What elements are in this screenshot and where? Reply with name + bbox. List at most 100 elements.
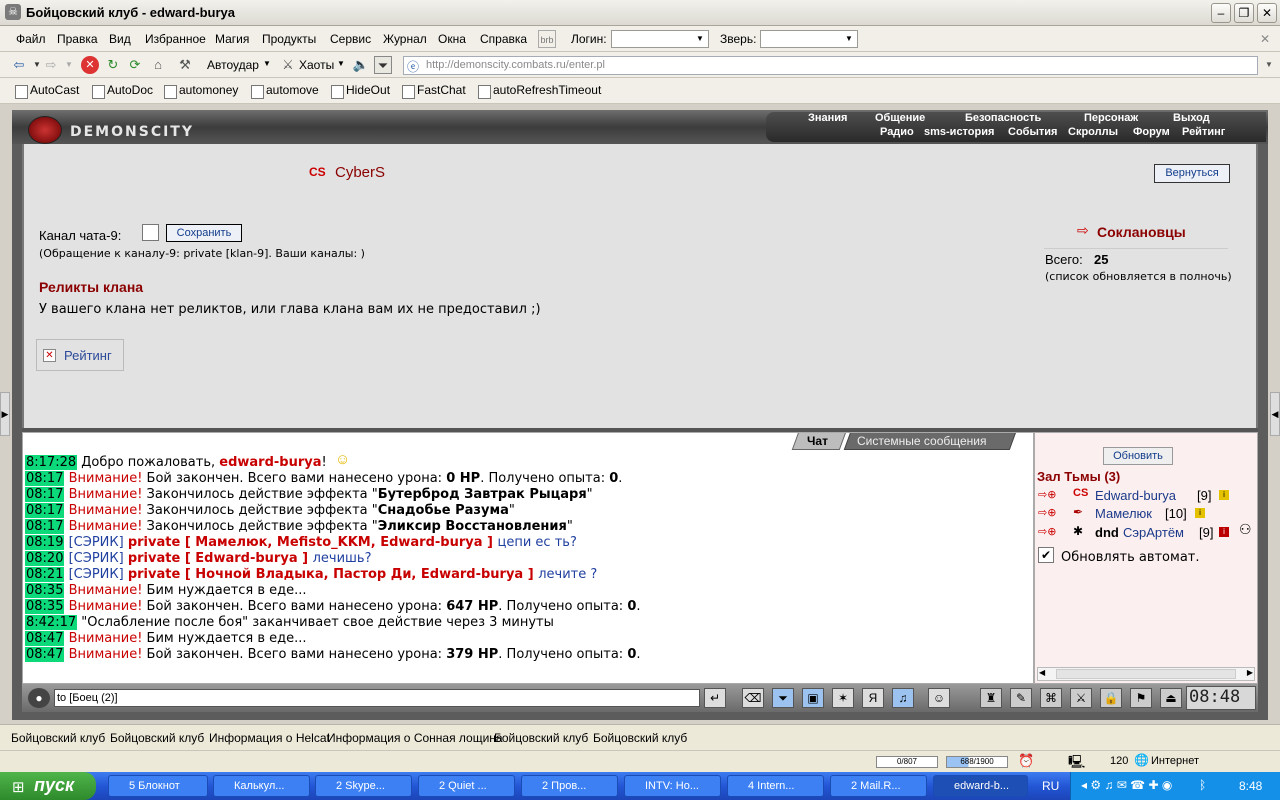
tab-fightclub-2[interactable]: Бойцовский клуб xyxy=(110,731,204,745)
chat-text[interactable]: private [ Мамелюк, Mefisto_KKM, Edward-b… xyxy=(128,535,498,550)
haoty-button[interactable]: Хаоты xyxy=(299,58,334,72)
private-icon[interactable]: ⇨⊕ xyxy=(1038,525,1056,538)
pet-select[interactable]: ▼ xyxy=(760,30,858,48)
stop-icon[interactable]: ✕ xyxy=(81,56,99,74)
user-name[interactable]: Мамелюк xyxy=(1095,506,1152,521)
smiles-icon[interactable]: ☺ xyxy=(928,688,950,708)
minimize-button[interactable]: – xyxy=(1211,3,1231,23)
scroll-right-icon[interactable]: ▶ xyxy=(1247,668,1253,677)
task-calculator[interactable]: Калькул... xyxy=(213,775,310,797)
chat-mode-icon[interactable]: ● xyxy=(28,688,50,708)
chat-channel-checkbox[interactable] xyxy=(142,224,159,241)
tools-icon[interactable]: ⚒ xyxy=(176,56,194,74)
menu-edit[interactable]: Правка xyxy=(57,32,98,46)
save-button[interactable]: Сохранить xyxy=(166,224,242,242)
refresh-button[interactable]: Обновить xyxy=(1103,447,1173,465)
subnav-rating[interactable]: Рейтинг xyxy=(1182,126,1225,138)
chat-timestamp[interactable]: 08:47 xyxy=(25,631,65,646)
chat-timestamp[interactable]: 08:35 xyxy=(25,583,65,598)
subnav-sms-history[interactable]: sms-история xyxy=(924,126,994,138)
duel-icon[interactable]: ⚔ xyxy=(1070,688,1092,708)
translit-icon[interactable]: Я xyxy=(862,688,884,708)
chat-pane[interactable]: Чат Системные сообщения 8:17:28 Добро по… xyxy=(22,432,1034,684)
link-automove[interactable]: automove xyxy=(250,83,319,99)
back-button[interactable]: Вернуться xyxy=(1154,164,1230,183)
menu-file[interactable]: Файл xyxy=(16,32,46,46)
horizontal-scrollbar[interactable]: ◀ ▶ xyxy=(1037,667,1255,681)
chat-text[interactable]: private [ Edward-burya ] xyxy=(128,551,313,566)
save-log-icon[interactable]: ▣ xyxy=(802,688,824,708)
private-icon[interactable]: ⇨⊕ xyxy=(1038,506,1056,519)
sound-icon[interactable]: 🔈 xyxy=(352,56,370,74)
clanmates-title[interactable]: Соклановцы xyxy=(1097,224,1186,240)
filter-icon[interactable]: ⏷ xyxy=(374,56,392,74)
menu-service[interactable]: Сервис xyxy=(330,32,371,46)
close-button[interactable]: ✕ xyxy=(1257,3,1277,23)
inventory-icon[interactable]: ♜ xyxy=(980,688,1002,708)
language-indicator[interactable]: RU xyxy=(1042,779,1059,793)
chevron-down-icon[interactable]: ▼ xyxy=(337,59,345,68)
chat-timestamp[interactable]: 08:17 xyxy=(25,503,65,518)
task-game[interactable]: edward-b... xyxy=(933,775,1028,797)
reload-icon[interactable]: ⟳ xyxy=(126,56,144,74)
link-autodoc[interactable]: AutoDoc xyxy=(91,83,153,99)
chat-timestamp[interactable]: 08:21 xyxy=(25,567,65,582)
chat-timestamp[interactable]: 08:19 xyxy=(25,535,65,550)
user-name[interactable]: Edward-burya xyxy=(1095,488,1176,503)
chat-timestamp[interactable]: 08:47 xyxy=(25,647,65,662)
chat-timestamp[interactable]: 08:17 xyxy=(25,487,65,502)
task-notepad[interactable]: 5 Блокнот xyxy=(108,775,208,797)
user-name[interactable]: СэрАртём xyxy=(1123,525,1184,540)
task-mailru[interactable]: 2 Mail.R... xyxy=(830,775,927,797)
link-autocast[interactable]: AutoCast xyxy=(14,83,79,99)
fighter-icon[interactable]: ✶ xyxy=(832,688,854,708)
forward-dropdown-icon[interactable]: ▼ xyxy=(60,56,78,74)
tab-sleepy-hollow-info[interactable]: Информация о Сонная лощина xyxy=(327,731,503,745)
right-collapse-icon[interactable]: ◀ xyxy=(1270,392,1280,436)
menu-magic[interactable]: Магия xyxy=(215,32,249,46)
chat-timestamp[interactable]: 08:17 xyxy=(25,471,65,486)
home-icon[interactable]: ⌂ xyxy=(149,56,167,74)
auto-refresh-checkbox[interactable]: ✔ xyxy=(1038,547,1054,563)
tab-helcat-info[interactable]: Информация о Helcat xyxy=(209,731,330,745)
chat-timestamp[interactable]: 8:17:28 xyxy=(25,455,78,470)
maximize-button[interactable]: ❐ xyxy=(1234,3,1254,23)
send-icon[interactable]: ↵ xyxy=(704,688,726,708)
tab-fightclub-4[interactable]: Бойцовский клуб xyxy=(593,731,687,745)
rating-image[interactable]: ✕ Рейтинг xyxy=(36,339,124,371)
chat-timestamp[interactable]: 08:17 xyxy=(25,519,65,534)
menu-windows[interactable]: Окна xyxy=(438,32,466,46)
chat-timestamp[interactable]: 08:20 xyxy=(25,551,65,566)
autoudar-button[interactable]: Автоудар xyxy=(207,58,259,72)
tab-fightclub-1[interactable]: Бойцовский клуб xyxy=(11,731,105,745)
task-skype[interactable]: 2 Skype... xyxy=(315,775,412,797)
menu-view[interactable]: Вид xyxy=(109,32,131,46)
subnav-forum[interactable]: Форум xyxy=(1133,126,1170,138)
alarm-clock-icon[interactable]: ⏰ xyxy=(1018,753,1034,769)
chat-timestamp[interactable]: 8:42:17 xyxy=(25,615,78,630)
brb-icon[interactable]: brb xyxy=(538,30,556,48)
scroll-left-icon[interactable]: ◀ xyxy=(1039,668,1045,677)
left-collapse-icon[interactable]: ▶ xyxy=(0,392,10,436)
nav-exit[interactable]: Выход xyxy=(1173,112,1210,124)
link-autorefresh[interactable]: autoRefreshTimeout xyxy=(477,83,601,99)
tray-icons[interactable]: ◂ ⚙ ♫ ✉ ☎ ✚ ◉ xyxy=(1081,778,1172,792)
music-icon[interactable]: ♫ xyxy=(892,688,914,708)
skills-icon[interactable]: ✎ xyxy=(1010,688,1032,708)
chat-input[interactable] xyxy=(54,689,700,707)
filter-icon[interactable]: ⏷ xyxy=(772,688,794,708)
lock-icon[interactable]: 🔒 xyxy=(1100,688,1122,708)
clear-icon[interactable]: ⌫ xyxy=(742,688,764,708)
link-hideout[interactable]: HideOut xyxy=(330,83,390,99)
task-quiet[interactable]: 2 Quiet ... xyxy=(418,775,515,797)
add-user-icon[interactable]: ⚇ xyxy=(1239,521,1252,538)
menu-help[interactable]: Справка xyxy=(480,32,527,46)
subnav-scrolls[interactable]: Скроллы xyxy=(1068,126,1118,138)
menu-products[interactable]: Продукты xyxy=(262,32,316,46)
nav-communication[interactable]: Общение xyxy=(875,112,925,124)
close-menu-icon[interactable]: ✕ xyxy=(1260,32,1270,46)
nav-character[interactable]: Персонаж xyxy=(1084,112,1138,124)
link-automoney[interactable]: automoney xyxy=(163,83,238,99)
nav-knowledge[interactable]: Знания xyxy=(808,112,847,124)
chat-text[interactable]: edward-burya xyxy=(219,455,321,470)
